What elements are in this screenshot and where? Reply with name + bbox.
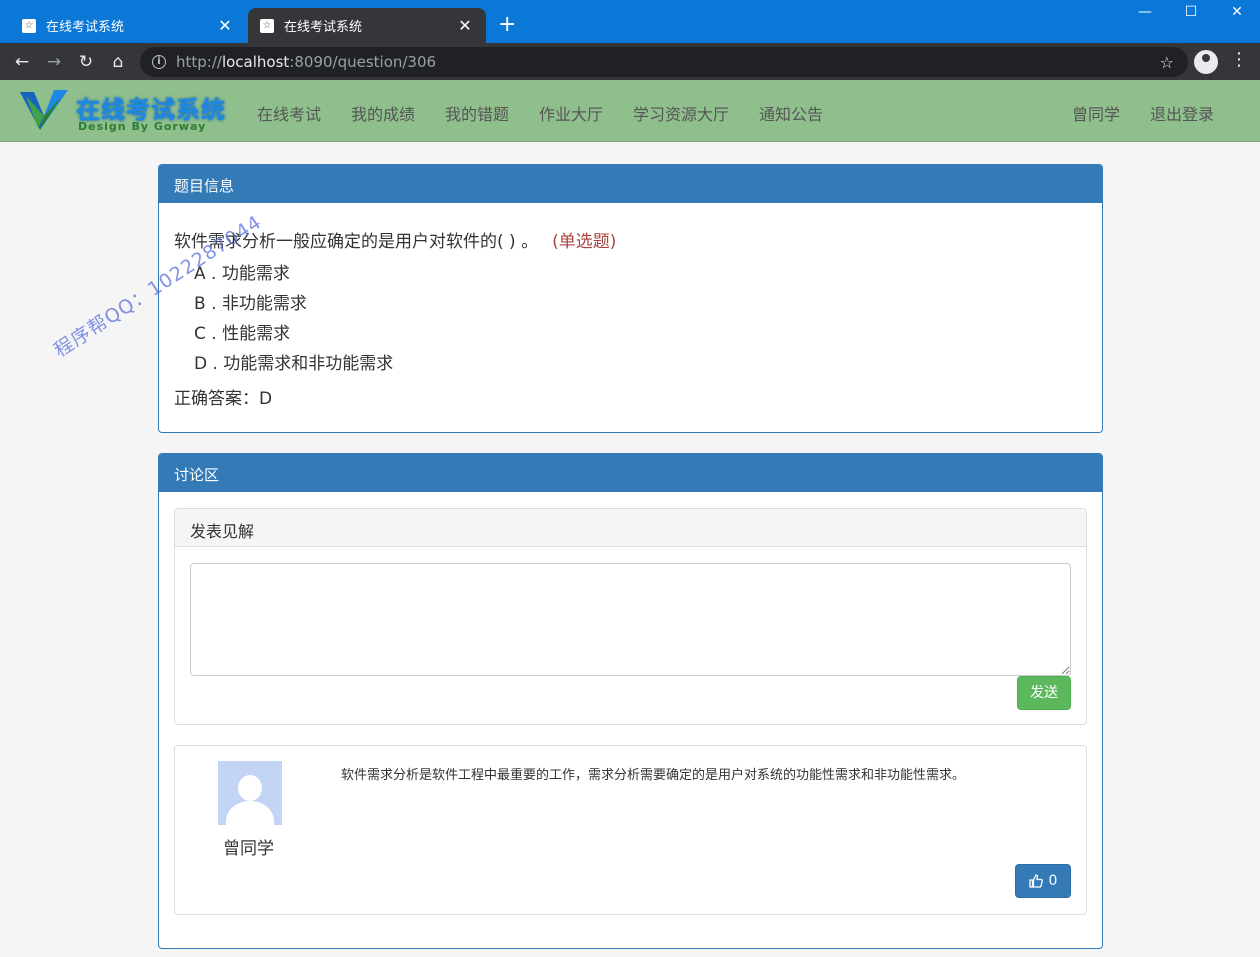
discussion-panel-heading: 讨论区 — [159, 454, 1102, 492]
url-field[interactable]: i http://localhost:8090/question/306 ☆ — [140, 47, 1188, 77]
minimize-icon[interactable]: — — [1122, 4, 1168, 20]
comment-textarea[interactable] — [190, 563, 1071, 676]
back-icon[interactable]: ← — [6, 52, 38, 72]
nav-item-scores[interactable]: 我的成绩 — [351, 101, 415, 125]
discussion-panel: 讨论区 发表见解 发送 曾同学 软件需求分析是软件工程中最重要的工作，需求分析需… — [158, 453, 1103, 949]
tab-title: 在线考试系统 — [284, 20, 363, 35]
browser-tab-bar: ☆ 在线考试系统 ✕ ☆ 在线考试系统 ✕ + — ☐ ✕ — [0, 0, 1260, 43]
like-count: 0 — [1048, 873, 1058, 889]
bookmark-star-icon[interactable]: ☆ — [1160, 53, 1174, 72]
option-b: B . 非功能需求 — [194, 294, 307, 314]
favicon-icon: ☆ — [260, 18, 274, 33]
question-panel-heading: 题目信息 — [159, 165, 1102, 203]
nav-item-homework[interactable]: 作业大厅 — [539, 101, 603, 125]
nav-item-resources[interactable]: 学习资源大厅 — [633, 101, 729, 125]
nav-item-exam[interactable]: 在线考试 — [257, 101, 321, 125]
nav-item-notices[interactable]: 通知公告 — [759, 101, 823, 125]
browser-tab-2[interactable]: ☆ 在线考试系统 ✕ — [248, 8, 486, 43]
nav-user[interactable]: 曾同学 — [1072, 101, 1120, 125]
reload-icon[interactable]: ↻ — [70, 52, 102, 72]
tab-close-icon[interactable]: ✕ — [456, 16, 474, 35]
like-button[interactable]: 0 — [1015, 864, 1071, 898]
option-c: C . 性能需求 — [194, 324, 291, 344]
comment-item: 曾同学 软件需求分析是软件工程中最重要的工作，需求分析需要确定的是用户对系统的功… — [174, 745, 1087, 915]
forward-icon[interactable]: → — [38, 52, 70, 72]
url-host: localhost — [221, 53, 290, 71]
maximize-icon[interactable]: ☐ — [1168, 4, 1214, 20]
post-comment-panel: 发表见解 发送 — [174, 508, 1087, 725]
logo-subtitle: Design By Gorway — [78, 120, 207, 133]
correct-answer: 正确答案：D — [174, 389, 273, 409]
browser-tab-1[interactable]: ☆ 在线考试系统 ✕ — [10, 8, 246, 43]
question-type: (单选题) — [552, 232, 617, 252]
close-window-icon[interactable]: ✕ — [1214, 4, 1260, 20]
comment-user-name: 曾同学 — [223, 839, 274, 859]
url-scheme: http:// — [176, 53, 222, 71]
tab-title: 在线考试系统 — [46, 20, 125, 35]
logo-v-icon — [20, 90, 68, 130]
nav-item-wrong-questions[interactable]: 我的错题 — [445, 101, 509, 125]
menu-kebab-icon[interactable]: ⋮ — [1230, 49, 1248, 70]
site-navbar: 在线考试系统 Design By Gorway 在线考试 我的成绩 我的错题 作… — [0, 80, 1260, 142]
browser-address-bar: ← → ↻ ⌂ i http://localhost:8090/question… — [0, 43, 1260, 80]
nav-logout[interactable]: 退出登录 — [1150, 101, 1214, 125]
favicon-icon: ☆ — [22, 18, 36, 33]
tab-close-icon[interactable]: ✕ — [216, 16, 234, 35]
post-comment-heading: 发表见解 — [175, 509, 1086, 547]
url-path: :8090/question/306 — [289, 53, 437, 71]
comment-text: 软件需求分析是软件工程中最重要的工作，需求分析需要确定的是用户对系统的功能性需求… — [341, 768, 966, 783]
thumbs-up-icon — [1028, 874, 1043, 888]
site-info-icon[interactable]: i — [152, 55, 166, 69]
option-d: D . 功能需求和非功能需求 — [194, 354, 394, 374]
question-panel: 题目信息 软件需求分析一般应确定的是用户对软件的( ) 。 (单选题) A . 功… — [158, 164, 1103, 433]
profile-avatar-icon[interactable] — [1194, 50, 1218, 74]
new-tab-icon[interactable]: + — [498, 14, 516, 36]
home-icon[interactable]: ⌂ — [102, 52, 134, 72]
user-avatar-icon — [218, 761, 282, 825]
site-logo[interactable]: 在线考试系统 Design By Gorway — [16, 84, 236, 138]
send-button[interactable]: 发送 — [1017, 676, 1071, 710]
